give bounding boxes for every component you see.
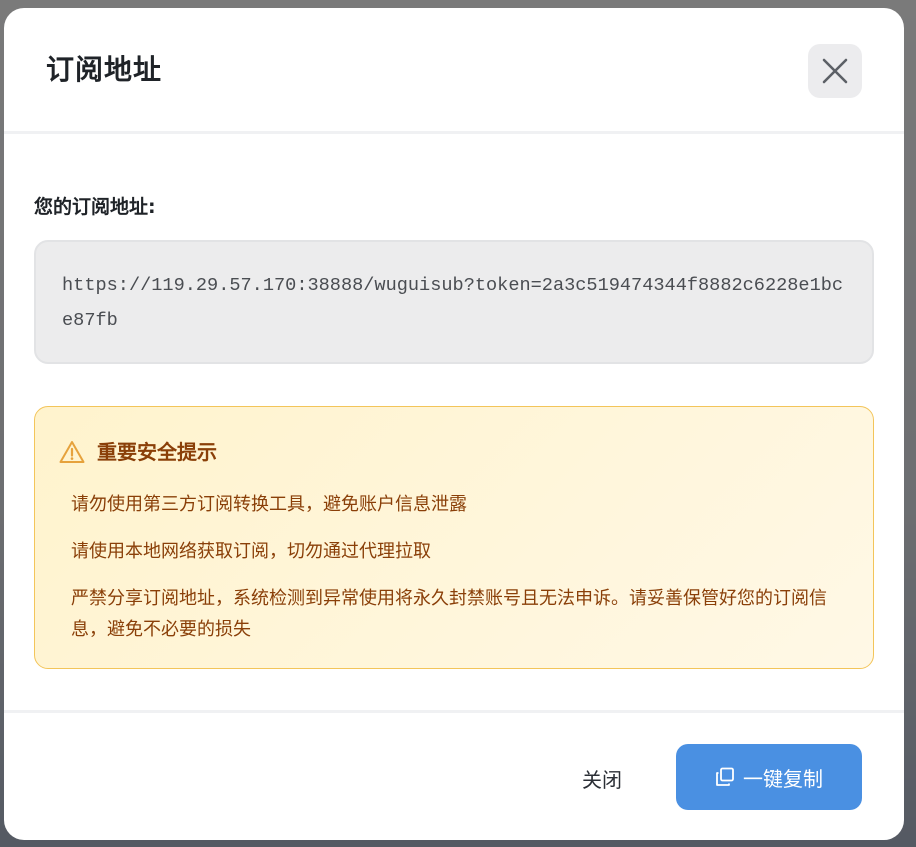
copy-icon bbox=[716, 767, 734, 786]
warning-item: 请使用本地网络获取订阅，切勿通过代理拉取 bbox=[71, 541, 431, 562]
subscription-dialog: 订阅地址 您的订阅地址: https://119.29.57.170:38888… bbox=[4, 8, 904, 840]
dialog-body: 您的订阅地址: https://119.29.57.170:38888/wugu… bbox=[4, 134, 904, 712]
warning-header: 重要安全提示 bbox=[59, 437, 217, 467]
warning-list: 请勿使用第三方订阅转换工具，避免账户信息泄露 请使用本地网络获取订阅，切勿通过代… bbox=[71, 489, 851, 661]
warning-item: 请勿使用第三方订阅转换工具，避免账户信息泄露 bbox=[71, 494, 467, 515]
close-icon bbox=[822, 58, 848, 84]
dialog-title: 订阅地址 bbox=[46, 53, 163, 86]
copy-button-label: 一键复制 bbox=[743, 766, 823, 791]
subscription-url-label: 您的订阅地址: bbox=[34, 196, 156, 218]
warning-title: 重要安全提示 bbox=[97, 440, 217, 464]
security-warning-panel: 重要安全提示 请勿使用第三方订阅转换工具，避免账户信息泄露 请使用本地网络获取订… bbox=[34, 406, 874, 669]
warning-triangle-icon bbox=[59, 441, 85, 463]
copy-url-button[interactable]: 一键复制 bbox=[676, 744, 862, 810]
warning-item: 严禁分享订阅地址，系统检测到异常使用将永久封禁账号且无法申诉。请妥善保管好您的订… bbox=[71, 588, 827, 640]
dialog-header: 订阅地址 bbox=[4, 8, 904, 134]
close-button[interactable] bbox=[808, 44, 862, 98]
dialog-footer: 关闭 一键复制 bbox=[4, 710, 904, 840]
subscription-url-field[interactable]: https://119.29.57.170:38888/wuguisub?tok… bbox=[34, 240, 874, 364]
close-dialog-button[interactable]: 关闭 bbox=[552, 745, 652, 811]
